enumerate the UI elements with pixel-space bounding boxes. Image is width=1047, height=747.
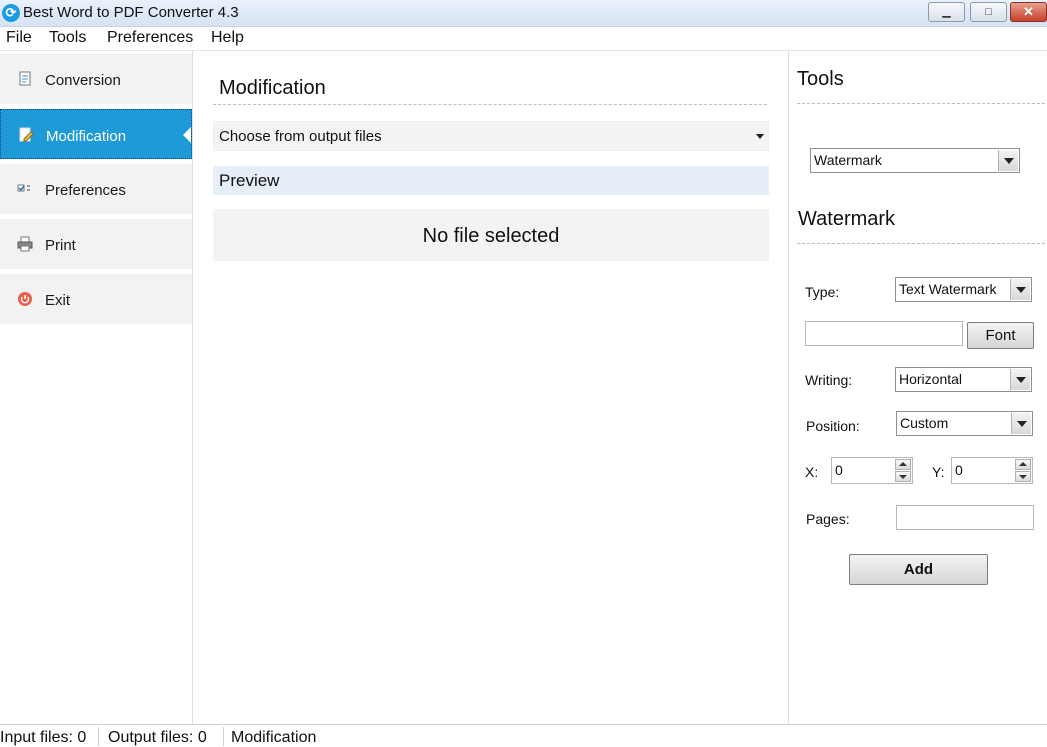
watermark-title: Watermark xyxy=(798,208,896,230)
chevron-down-icon xyxy=(1011,413,1031,434)
x-stepper[interactable]: 0 xyxy=(831,457,913,484)
preview-area: No file selected xyxy=(213,209,769,261)
power-icon xyxy=(17,291,33,307)
minimize-button[interactable]: ▁ xyxy=(928,2,965,22)
printer-icon xyxy=(17,236,33,252)
y-label: Y: xyxy=(932,464,945,480)
sidebar-item-conversion[interactable]: Conversion xyxy=(0,54,192,104)
checklist-icon xyxy=(17,181,33,197)
output-files-select[interactable]: Choose from output files xyxy=(213,121,769,151)
divider xyxy=(213,104,767,105)
sidebar-item-label: Print xyxy=(45,237,76,254)
status-bar: Input files: 0 Output files: 0 Modificat… xyxy=(0,724,1047,747)
writing-direction-select[interactable]: Horizontal xyxy=(895,367,1032,392)
divider xyxy=(797,243,1045,244)
edit-document-icon xyxy=(18,127,34,143)
chevron-down-icon xyxy=(756,134,764,139)
output-files-count: Output files: 0 xyxy=(108,729,207,746)
close-button[interactable]: ✕ xyxy=(1010,2,1047,22)
watermark-text-input[interactable] xyxy=(805,321,963,346)
position-label: Position: xyxy=(806,418,860,434)
writing-label: Writing: xyxy=(805,372,853,388)
sidebar-item-label: Preferences xyxy=(45,182,126,199)
watermark-type-value: Text Watermark xyxy=(899,281,997,297)
y-value: 0 xyxy=(955,462,963,478)
document-convert-icon xyxy=(17,71,33,87)
tool-select-value: Watermark xyxy=(814,152,882,168)
watermark-type-select[interactable]: Text Watermark xyxy=(895,277,1032,302)
font-button[interactable]: Font xyxy=(967,322,1034,349)
chevron-down-icon xyxy=(1010,279,1030,300)
divider xyxy=(797,103,1045,104)
tools-title: Tools xyxy=(797,68,844,90)
menu-file[interactable]: File xyxy=(6,29,32,47)
preview-header: Preview xyxy=(213,166,769,195)
pages-input[interactable] xyxy=(896,505,1034,530)
preview-label: Preview xyxy=(219,171,280,190)
chevron-down-icon xyxy=(998,150,1018,171)
tool-select[interactable]: Watermark xyxy=(810,148,1020,173)
tools-panel: Tools Watermark Watermark Type: Text Wat… xyxy=(789,51,1047,724)
pages-label: Pages: xyxy=(806,511,850,527)
sidebar-item-label: Modification xyxy=(46,128,127,145)
add-button[interactable]: Add xyxy=(849,554,988,585)
x-value: 0 xyxy=(835,462,843,478)
chevron-down-icon xyxy=(1010,369,1030,390)
status-divider xyxy=(223,727,224,746)
y-decrement-button[interactable] xyxy=(1015,471,1031,482)
menu-preferences[interactable]: Preferences xyxy=(107,29,193,47)
sidebar-item-modification[interactable]: Modification xyxy=(0,109,192,159)
menu-bar: File Tools Preferences Help xyxy=(0,27,1047,51)
sidebar-item-label: Conversion xyxy=(45,72,121,89)
x-decrement-button[interactable] xyxy=(895,471,911,482)
sidebar-item-preferences[interactable]: Preferences xyxy=(0,164,192,214)
position-select[interactable]: Custom xyxy=(896,411,1033,436)
window-title: Best Word to PDF Converter 4.3 xyxy=(23,4,239,21)
menu-tools[interactable]: Tools xyxy=(49,29,86,47)
writing-direction-value: Horizontal xyxy=(899,371,963,387)
x-increment-button[interactable] xyxy=(895,459,911,470)
sidebar-item-exit[interactable]: Exit xyxy=(0,274,192,324)
current-mode: Modification xyxy=(231,729,317,746)
menu-help[interactable]: Help xyxy=(211,29,244,47)
input-files-count: Input files: 0 xyxy=(0,729,87,746)
modification-panel: Modification Choose from output files Pr… xyxy=(193,51,789,724)
active-caret-icon xyxy=(183,127,191,143)
y-stepper[interactable]: 0 xyxy=(951,457,1033,484)
output-files-select-value: Choose from output files xyxy=(219,128,382,145)
page-title: Modification xyxy=(219,77,326,99)
refresh-icon: ⟳ xyxy=(2,4,20,22)
position-value: Custom xyxy=(900,415,949,431)
maximize-button[interactable]: □ xyxy=(970,2,1007,22)
empty-message: No file selected xyxy=(422,225,560,247)
status-divider xyxy=(98,727,99,746)
sidebar-item-label: Exit xyxy=(45,292,71,309)
y-increment-button[interactable] xyxy=(1015,459,1031,470)
title-bar: ⟳ Best Word to PDF Converter 4.3 ▁ □ ✕ xyxy=(0,0,1047,27)
sidebar: Conversion Modification Preferences Prin… xyxy=(0,51,193,724)
x-label: X: xyxy=(805,464,819,480)
type-label: Type: xyxy=(805,284,840,300)
sidebar-item-print[interactable]: Print xyxy=(0,219,192,269)
